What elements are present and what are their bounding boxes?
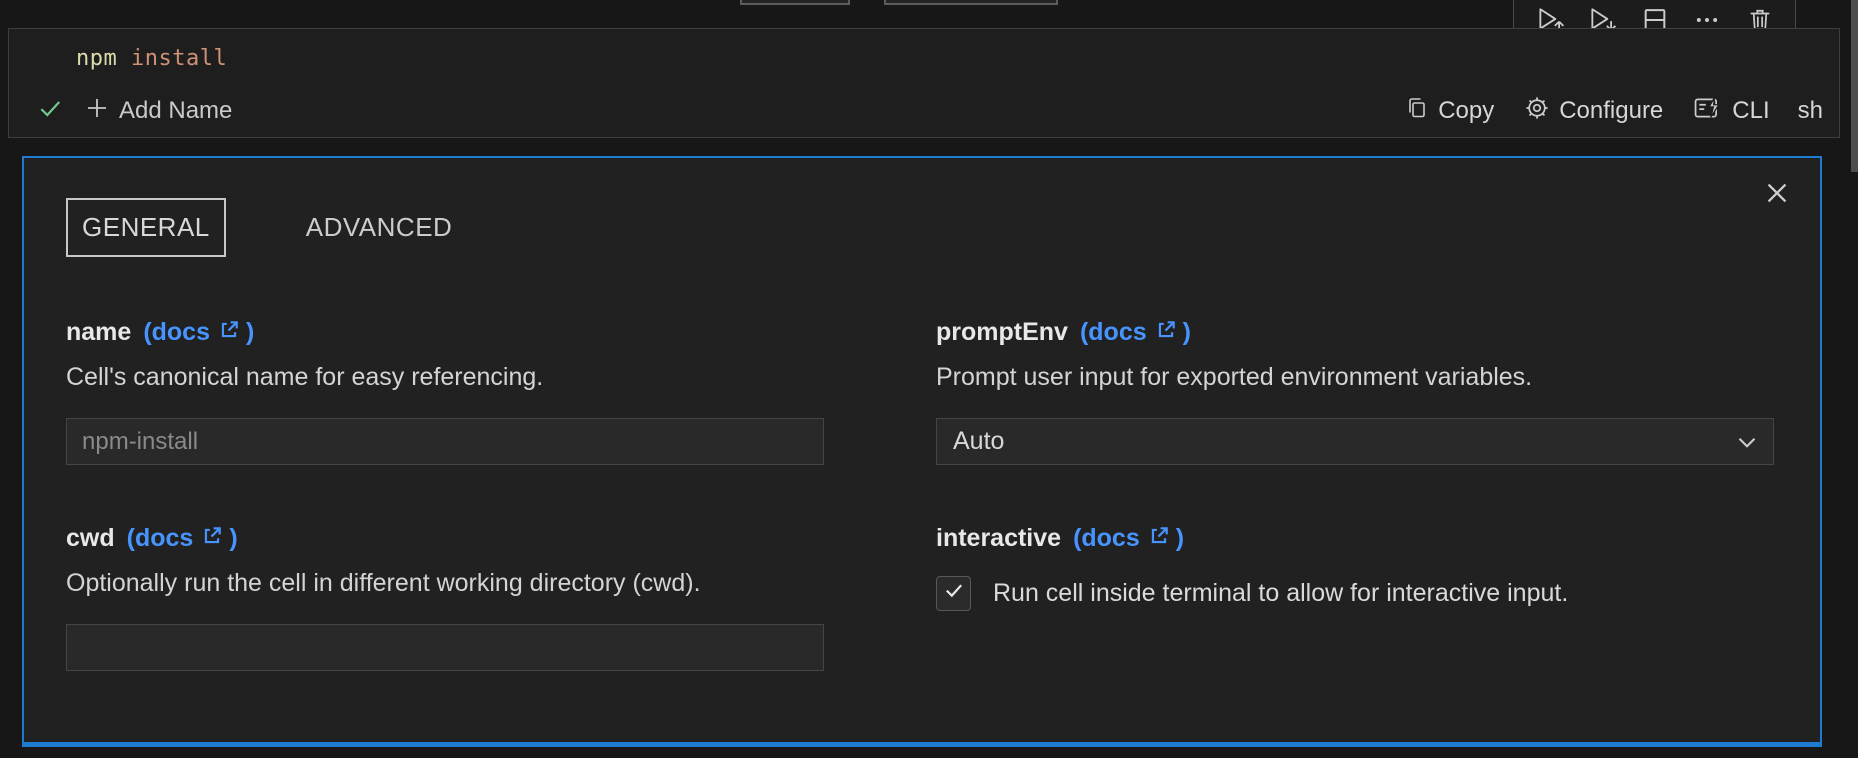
cwd-input[interactable] — [66, 624, 824, 671]
configure-button[interactable]: Configure — [1524, 95, 1663, 128]
cutoff-button-top-right — [884, 0, 1058, 5]
name-input[interactable] — [66, 418, 824, 465]
interactive-docs-link[interactable]: (docs ) — [1073, 523, 1184, 554]
code-argument-token: install — [117, 46, 227, 71]
promptenv-label-row: promptEnv (docs ) — [936, 317, 1774, 348]
field-name: name (docs ) Cell's canonical name for e… — [66, 317, 824, 465]
cli-button[interactable]: CLI — [1693, 95, 1769, 128]
dialog-fields-grid: name (docs ) Cell's canonical name for e… — [66, 317, 1774, 671]
gear-icon — [1524, 95, 1559, 128]
promptenv-description: Prompt user input for exported environme… — [936, 363, 1774, 392]
dialog-tabs: GENERAL ADVANCED — [66, 198, 1774, 257]
cell-status-bar: Add Name Copy Configure — [9, 91, 1839, 131]
success-check-icon — [37, 95, 63, 128]
external-link-icon — [210, 317, 246, 348]
cwd-docs-link[interactable]: (docs ) — [127, 523, 238, 554]
external-link-icon — [1140, 523, 1176, 554]
cli-terminal-icon — [1693, 95, 1732, 128]
plus-icon — [85, 96, 119, 127]
code-command-token: npm — [76, 46, 117, 71]
external-link-icon — [193, 523, 229, 554]
copy-button[interactable]: Copy — [1405, 95, 1494, 128]
interactive-label: interactive — [936, 524, 1061, 553]
cli-label: CLI — [1732, 97, 1769, 125]
cwd-description: Optionally run the cell in different wor… — [66, 569, 824, 598]
add-name-button[interactable]: Add Name — [85, 96, 232, 127]
notebook-cell: npm install Add Name — [8, 28, 1840, 138]
interactive-checkbox-label: Run cell inside terminal to allow for in… — [993, 579, 1568, 608]
name-label-row: name (docs ) — [66, 317, 824, 348]
close-icon — [1764, 180, 1790, 211]
copy-label: Copy — [1438, 97, 1494, 125]
cutoff-button-top-left — [740, 0, 850, 5]
cell-code-editor[interactable]: npm install — [76, 46, 227, 71]
name-docs-link[interactable]: (docs ) — [143, 317, 254, 348]
promptenv-docs-link[interactable]: (docs ) — [1080, 317, 1191, 348]
name-description: Cell's canonical name for easy referenci… — [66, 363, 824, 392]
external-link-icon — [1147, 317, 1183, 348]
language-picker[interactable]: sh — [1798, 97, 1823, 125]
interactive-checkbox[interactable] — [936, 576, 971, 611]
interactive-checkbox-row: Run cell inside terminal to allow for in… — [936, 576, 1774, 611]
copy-icon — [1405, 95, 1438, 128]
tab-general[interactable]: GENERAL — [66, 198, 226, 257]
field-promptenv: promptEnv (docs ) Prompt user input for … — [936, 317, 1774, 465]
cwd-label: cwd — [66, 524, 115, 553]
notebook-editor: npm install Add Name — [0, 0, 1858, 758]
interactive-label-row: interactive (docs ) — [936, 523, 1774, 554]
add-name-label: Add Name — [119, 97, 232, 125]
field-interactive: interactive (docs ) Ru — [936, 523, 1774, 671]
checkmark-icon — [942, 578, 966, 609]
editor-scrollbar[interactable] — [1851, 0, 1858, 172]
chevron-down-icon — [1737, 427, 1757, 456]
promptenv-label: promptEnv — [936, 318, 1068, 347]
name-label: name — [66, 318, 131, 347]
promptenv-select[interactable]: Auto — [936, 418, 1774, 465]
tab-advanced[interactable]: ADVANCED — [292, 200, 467, 255]
promptenv-selected-value: Auto — [953, 427, 1004, 456]
configure-label: Configure — [1559, 97, 1663, 125]
field-cwd: cwd (docs ) Optionally run the cell in d… — [66, 523, 824, 671]
cwd-label-row: cwd (docs ) — [66, 523, 824, 554]
dialog-close-button[interactable] — [1760, 178, 1794, 212]
cell-configure-dialog: GENERAL ADVANCED name (docs ) Cell's can… — [22, 156, 1822, 747]
